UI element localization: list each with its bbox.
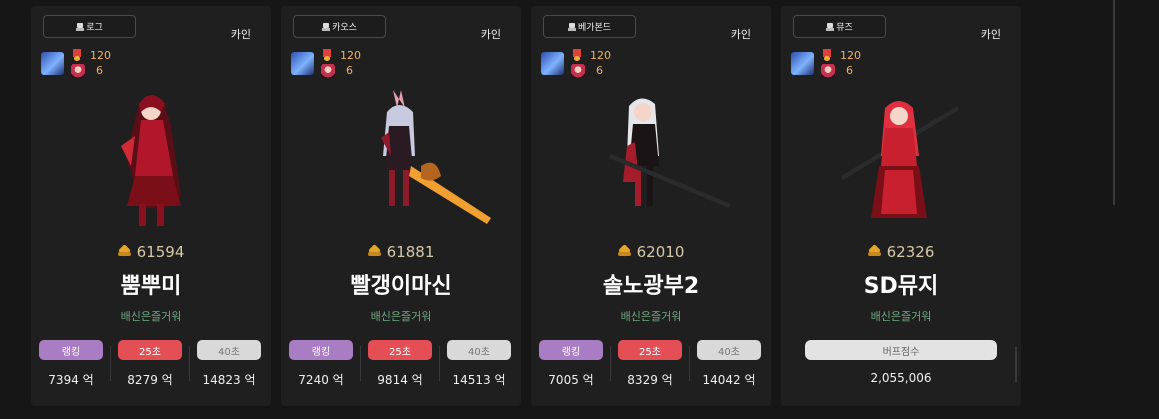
character-name[interactable]: 솔노광부2 xyxy=(531,268,771,300)
ranking-value: 7240 억 xyxy=(298,373,344,387)
server-label: 카인 xyxy=(980,28,1001,41)
job-badge-button[interactable]: 뮤즈 xyxy=(793,15,886,38)
25s-badge[interactable]: 25초 xyxy=(118,340,182,360)
job-label: 로그 xyxy=(86,23,103,33)
fame-value: 62326 xyxy=(886,243,935,261)
divider xyxy=(1015,347,1017,382)
pet-avatar xyxy=(821,64,835,78)
fame-row: 62326 xyxy=(781,243,1021,261)
ranking-badge[interactable]: 랭킹 xyxy=(539,340,603,360)
sub-level-value: 6 xyxy=(846,64,853,77)
job-icon xyxy=(322,22,331,31)
fame-icon xyxy=(117,246,131,257)
pet-avatar xyxy=(571,64,585,78)
fame-row: 61881 xyxy=(281,243,521,261)
character-name[interactable]: SD뮤지 xyxy=(781,268,1021,300)
ranking-badge[interactable]: 랭킹 xyxy=(39,340,103,360)
character-card-1[interactable]: 로그 카인 120 6 61594 뿜뿌미 배신은즐거워 랭킹 25초 40초 … xyxy=(31,6,271,406)
character-avatar xyxy=(791,52,814,75)
guild-name: 배신은즐거워 xyxy=(370,310,432,323)
40s-badge[interactable]: 40초 xyxy=(197,340,261,360)
sub-level-value: 6 xyxy=(96,64,103,77)
job-icon xyxy=(567,22,576,31)
job-label: 카오스 xyxy=(332,23,357,33)
medal-icon xyxy=(573,49,581,61)
medal-icon xyxy=(73,49,81,61)
fame-row: 61594 xyxy=(31,243,271,261)
character-name[interactable]: 뿜뿌미 xyxy=(31,268,271,300)
guild-name: 배신은즐거워 xyxy=(120,310,182,323)
guild-name: 배신은즐거워 xyxy=(620,310,682,323)
pet-avatar xyxy=(71,64,85,78)
job-label: 뮤즈 xyxy=(836,23,853,33)
job-icon xyxy=(826,22,835,31)
character-image xyxy=(609,98,731,208)
job-badge-button[interactable]: 로그 xyxy=(43,15,136,38)
25s-badge[interactable]: 25초 xyxy=(368,340,432,360)
fame-value: 61594 xyxy=(136,243,185,261)
25s-value: 8279 억 xyxy=(127,373,173,387)
fame-icon xyxy=(367,246,381,257)
character-image xyxy=(121,95,181,226)
fame-value: 62010 xyxy=(636,243,685,261)
scrollbar[interactable] xyxy=(1113,0,1115,205)
server-label: 카인 xyxy=(230,28,251,41)
40s-value: 14823 억 xyxy=(202,373,256,387)
character-card-4[interactable]: 뮤즈 카인 120 6 62326 SD뮤지 배신은즐거워 버프점수 2,055… xyxy=(781,6,1021,406)
25s-badge[interactable]: 25초 xyxy=(618,340,682,360)
ranking-value: 7394 억 xyxy=(48,373,94,387)
buff-score-badge[interactable]: 버프점수 xyxy=(805,340,997,360)
guild-name: 배신은즐거워 xyxy=(870,310,932,323)
job-label: 베가본드 xyxy=(577,23,612,33)
character-avatar xyxy=(291,52,314,75)
40s-badge[interactable]: 40초 xyxy=(697,340,761,360)
character-card-3[interactable]: 베가본드 카인 120 6 62010 솔노광부2 배신은즐거워 랭킹 25초 … xyxy=(531,6,771,406)
character-image xyxy=(841,101,959,218)
job-icon xyxy=(76,22,85,31)
25s-value: 9814 억 xyxy=(377,373,423,387)
level-value: 120 xyxy=(90,49,111,62)
job-badge-button[interactable]: 베가본드 xyxy=(543,15,636,38)
sub-level-value: 6 xyxy=(596,64,603,77)
40s-value: 14513 억 xyxy=(452,373,506,387)
level-value: 120 xyxy=(340,49,361,62)
40s-value: 14042 억 xyxy=(702,373,756,387)
fame-value: 61881 xyxy=(386,243,435,261)
25s-value: 8329 억 xyxy=(627,373,673,387)
sub-level-value: 6 xyxy=(346,64,353,77)
ranking-value: 7005 억 xyxy=(548,373,594,387)
pet-avatar xyxy=(321,64,335,78)
level-value: 120 xyxy=(590,49,611,62)
job-badge-button[interactable]: 카오스 xyxy=(293,15,386,38)
character-name[interactable]: 빨갱이마신 xyxy=(281,268,521,300)
medal-icon xyxy=(323,49,331,61)
buff-score-value: 2,055,006 xyxy=(870,371,932,385)
level-value: 120 xyxy=(840,49,861,62)
character-card-2[interactable]: 카오스 카인 120 6 61881 빨갱이마신 배신은즐거워 랭킹 25초 4… xyxy=(281,6,521,406)
fame-icon xyxy=(867,246,881,257)
server-label: 카인 xyxy=(480,28,501,41)
character-avatar xyxy=(541,52,564,75)
character-avatar xyxy=(41,52,64,75)
server-label: 카인 xyxy=(730,28,751,41)
fame-row: 62010 xyxy=(531,243,771,261)
40s-badge[interactable]: 40초 xyxy=(447,340,511,360)
character-image xyxy=(381,90,491,224)
ranking-badge[interactable]: 랭킹 xyxy=(289,340,353,360)
medal-icon xyxy=(823,49,831,61)
fame-icon xyxy=(617,246,631,257)
